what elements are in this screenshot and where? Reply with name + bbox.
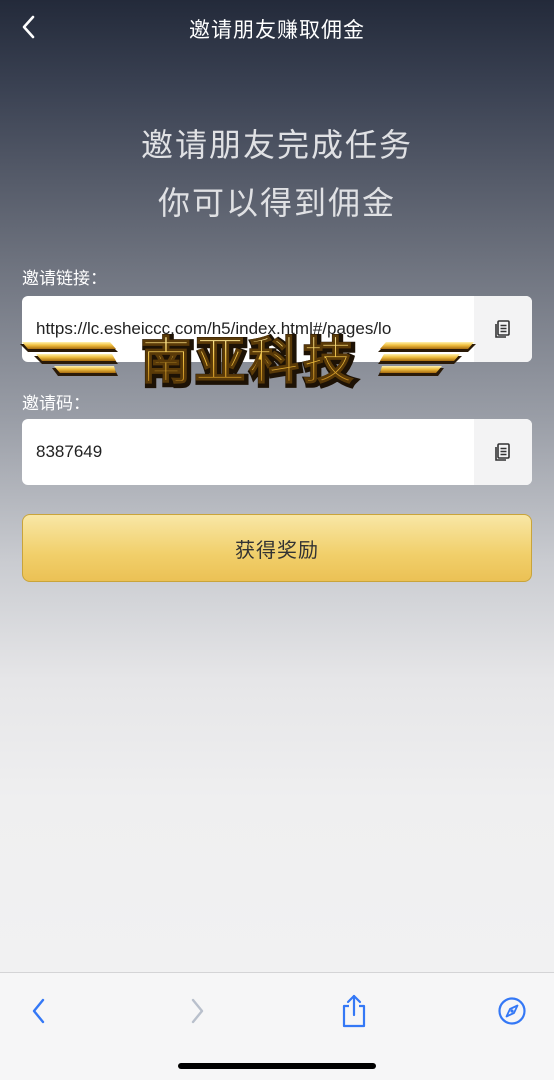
chevron-left-icon: [32, 998, 45, 1024]
chevron-right-icon: [191, 998, 204, 1024]
invite-link-label: 邀请链接：: [22, 269, 107, 289]
browser-forward-button[interactable]: [178, 991, 218, 1031]
page-title: 邀请朋友赚取佣金: [189, 18, 365, 42]
compass-icon: [498, 997, 526, 1025]
copy-icon: [495, 320, 510, 338]
copy-link-button[interactable]: [474, 296, 532, 362]
open-in-safari-button[interactable]: [492, 991, 532, 1031]
invite-code-value[interactable]: 8387649: [22, 419, 474, 485]
invite-link-value[interactable]: https://lc.esheiccc.com/h5/index.html#/p…: [22, 296, 474, 362]
home-indicator: [178, 1063, 376, 1069]
share-button[interactable]: [334, 991, 374, 1031]
invite-code-field: 8387649: [22, 419, 532, 485]
top-navigation-bar: 邀请朋友赚取佣金: [0, 0, 554, 56]
invite-link-field: https://lc.esheiccc.com/h5/index.html#/p…: [22, 296, 532, 362]
share-icon: [342, 994, 366, 1028]
browser-back-button[interactable]: [18, 991, 58, 1031]
hero-headline-line1: 邀请朋友完成任务: [140, 126, 413, 164]
copy-code-button[interactable]: [474, 419, 532, 485]
get-reward-button[interactable]: 获得奖励: [22, 514, 532, 582]
hero-headline-line2: 你可以得到佣金: [157, 184, 396, 222]
invite-code-label: 邀请码：: [22, 394, 90, 414]
copy-icon: [495, 443, 510, 461]
